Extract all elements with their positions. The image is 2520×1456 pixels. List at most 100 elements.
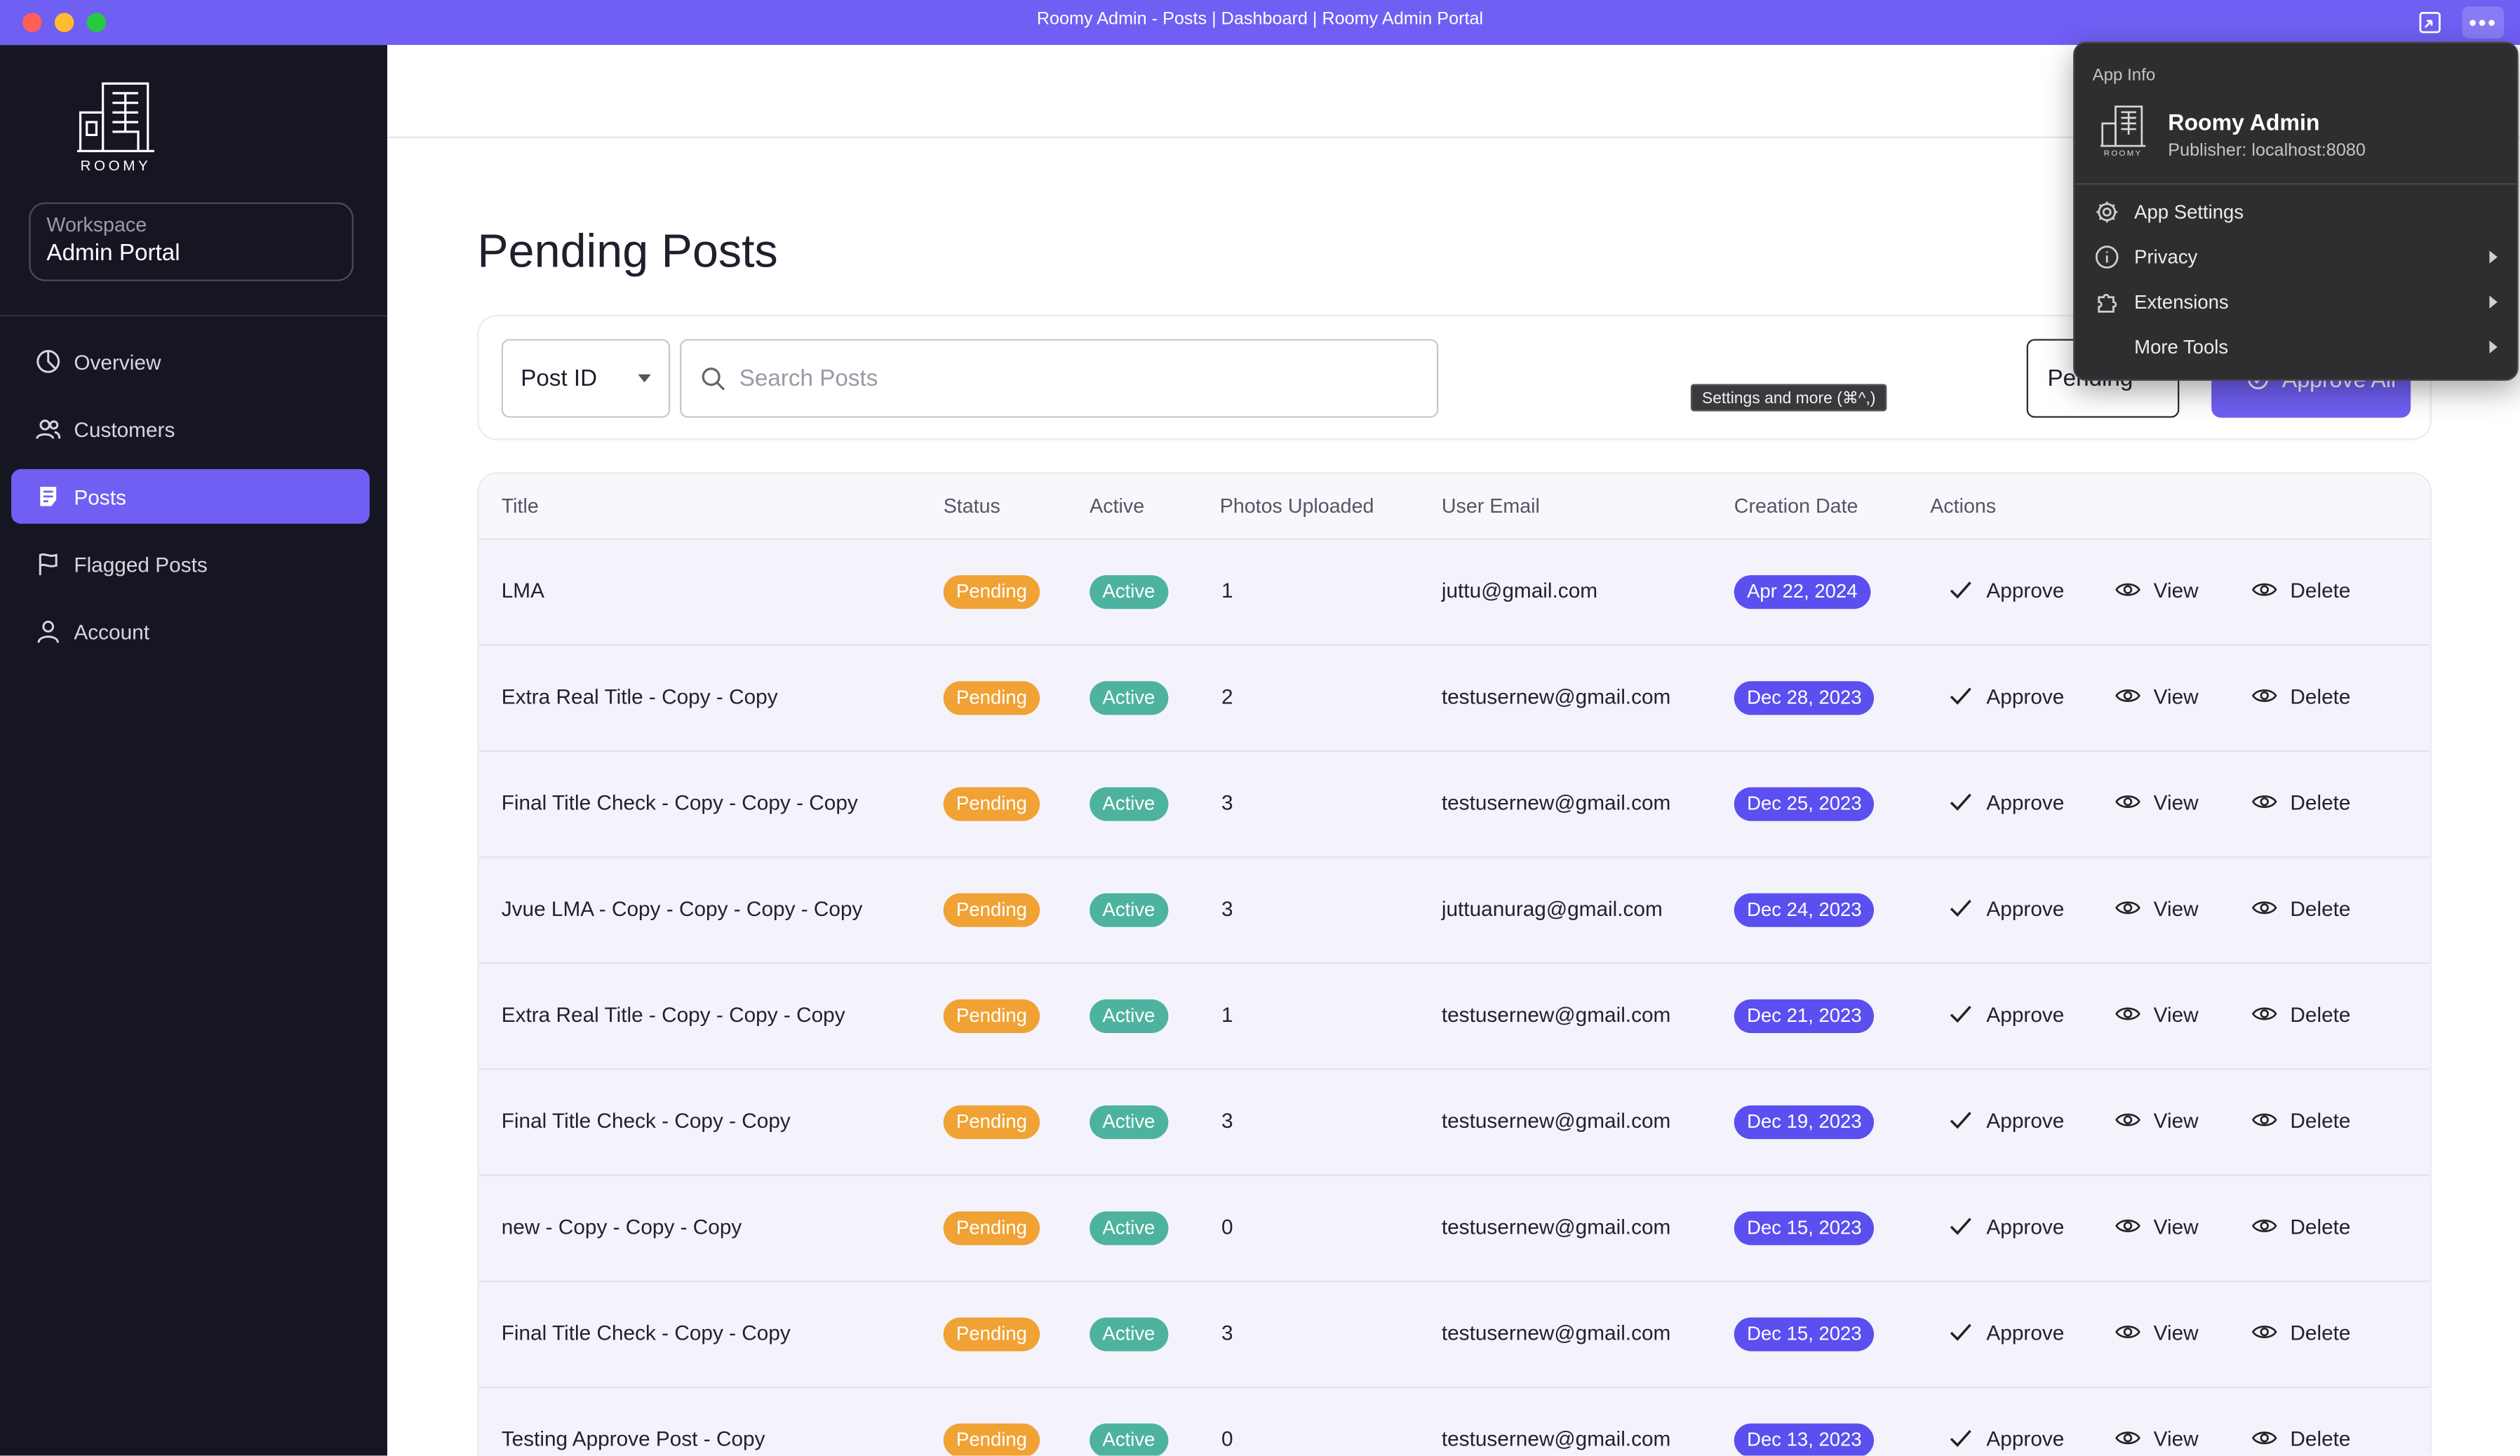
menu-item-more-tools[interactable]: More Tools [2075, 325, 2516, 370]
eye-icon [2251, 1319, 2290, 1345]
eye-icon [2115, 1319, 2154, 1345]
sidebar-item-overview[interactable]: Overview [11, 334, 370, 389]
table-row: Final Title Check - Copy - Copy Pending Ac… [478, 1282, 2430, 1389]
active-badge: Active [1090, 999, 1168, 1033]
sidebar-item-flagged-posts[interactable]: Flagged Posts [11, 537, 370, 591]
creation-date-badge: Dec 13, 2023 [1734, 1423, 1875, 1456]
creation-date-badge: Dec 24, 2023 [1734, 893, 1875, 927]
approve-label: Approve [1986, 577, 2065, 602]
workspace-value: Admin Portal [46, 241, 180, 267]
status-badge: Pending [943, 575, 1040, 609]
column-header-photos[interactable]: Photos Uploaded [1220, 495, 1374, 518]
settings-and-more-button[interactable]: ••• [2462, 6, 2505, 39]
roomy-logo[interactable]: ROOMY [71, 77, 161, 173]
eye-icon [2251, 789, 2290, 815]
column-header-email[interactable]: User Email [1442, 495, 1540, 518]
user-icon [35, 619, 61, 645]
photos-count: 0 [1221, 1214, 1233, 1239]
eye-icon [2115, 1107, 2154, 1133]
user-email: juttuanurag@gmail.com [1441, 896, 1663, 921]
approve-button[interactable]: Approve [1948, 895, 2064, 921]
workspace-label: Workspace [46, 213, 147, 236]
delete-button[interactable]: Delete [2251, 1107, 2350, 1133]
column-header-title[interactable]: Title [502, 495, 539, 518]
creation-date-badge: Dec 21, 2023 [1734, 999, 1875, 1033]
delete-button[interactable]: Delete [2251, 577, 2350, 602]
view-button[interactable]: View [2115, 577, 2199, 602]
app-available-icon[interactable] [2417, 10, 2443, 36]
table-row: Extra Real Title - Copy - Copy Pending Act… [478, 646, 2430, 753]
post-title: new - Copy - Copy - Copy [501, 1214, 742, 1239]
view-label: View [2153, 1426, 2199, 1450]
sidebar-item-label: Account [74, 619, 150, 644]
approve-button[interactable]: Approve [1948, 789, 2064, 815]
active-badge: Active [1090, 893, 1168, 927]
sidebar-item-posts[interactable]: Posts [11, 469, 370, 524]
approve-label: Approve [1986, 1319, 2065, 1344]
view-button[interactable]: View [2115, 895, 2199, 921]
table-header: Title Status Active Photos Uploaded User… [478, 473, 2430, 540]
delete-button[interactable]: Delete [2251, 1425, 2350, 1451]
workspace-selector[interactable]: Workspace Admin Portal [29, 202, 354, 281]
table-row: Testing Approve Post - Copy Pending Active… [479, 1388, 2430, 1456]
approve-button[interactable]: Approve [1948, 1107, 2064, 1133]
column-header-status[interactable]: Status [944, 495, 1000, 518]
view-button[interactable]: View [2115, 1319, 2199, 1345]
approve-label: Approve [1986, 1107, 2065, 1132]
view-label: View [2153, 1213, 2199, 1239]
active-badge: Active [1090, 787, 1168, 821]
eye-icon [2115, 577, 2154, 602]
search-icon [701, 366, 727, 392]
delete-button[interactable]: Delete [2251, 1001, 2350, 1027]
column-header-date[interactable]: Creation Date [1734, 495, 1858, 518]
approve-button[interactable]: Approve [1948, 1425, 2064, 1451]
post-title: Extra Real Title - Copy - Copy [501, 684, 778, 709]
logo-text: ROOMY [80, 157, 152, 174]
info-icon [2094, 244, 2120, 270]
menu-publisher: Publisher: localhost:8080 [2168, 141, 2366, 161]
approve-button[interactable]: Approve [1948, 1001, 2064, 1027]
approve-button[interactable]: Approve [1948, 577, 2064, 602]
approve-button[interactable]: Approve [1948, 1319, 2064, 1345]
menu-item-extensions[interactable]: Extensions [2075, 280, 2516, 325]
delete-button[interactable]: Delete [2251, 683, 2350, 709]
delete-button[interactable]: Delete [2251, 1213, 2350, 1239]
approve-button[interactable]: Approve [1948, 1213, 2064, 1239]
eye-icon [2251, 1425, 2290, 1451]
user-email: testusernew@gmail.com [1441, 1214, 1671, 1239]
post-title: LMA [501, 578, 544, 603]
view-button[interactable]: View [2115, 1425, 2199, 1451]
photos-count: 1 [1221, 578, 1233, 603]
users-icon [35, 416, 61, 442]
menu-item-app-settings[interactable]: App Settings [2075, 189, 2516, 234]
delete-button[interactable]: Delete [2251, 789, 2350, 815]
view-button[interactable]: View [2115, 1107, 2199, 1133]
submenu-arrow-icon [2489, 295, 2498, 309]
app-icon-text: ROOMY [2103, 149, 2143, 159]
check-icon [1948, 789, 1986, 815]
column-header-actions: Actions [1930, 494, 1997, 518]
search-input[interactable] [739, 360, 1414, 399]
post-title: Testing Approve Post - Copy [501, 1427, 765, 1451]
delete-button[interactable]: Delete [2251, 1319, 2350, 1345]
eye-icon [2251, 1107, 2290, 1133]
view-button[interactable]: View [2115, 1213, 2199, 1239]
approve-button[interactable]: Approve [1948, 683, 2064, 709]
user-email: testusernew@gmail.com [1441, 1108, 1671, 1133]
active-badge: Active [1090, 1423, 1168, 1456]
delete-button[interactable]: Delete [2251, 895, 2350, 921]
view-button[interactable]: View [2115, 789, 2199, 815]
search-field-select[interactable]: Post ID [501, 339, 671, 418]
view-button[interactable]: View [2115, 1001, 2199, 1027]
post-title: Final Title Check - Copy - Copy [501, 1108, 791, 1133]
eye-icon [2115, 789, 2154, 815]
sidebar-item-customers[interactable]: Customers [11, 402, 370, 457]
column-header-active[interactable]: Active [1090, 495, 1144, 518]
view-button[interactable]: View [2115, 683, 2199, 709]
menu-item-privacy[interactable]: Privacy [2075, 234, 2516, 279]
post-title: Final Title Check - Copy - Copy - Copy [501, 790, 858, 815]
table-row: Extra Real Title - Copy - Copy - Copy Pen… [478, 964, 2430, 1070]
caret-down-icon [638, 374, 651, 383]
delete-label: Delete [2290, 1426, 2351, 1450]
sidebar-item-account[interactable]: Account [11, 604, 370, 659]
